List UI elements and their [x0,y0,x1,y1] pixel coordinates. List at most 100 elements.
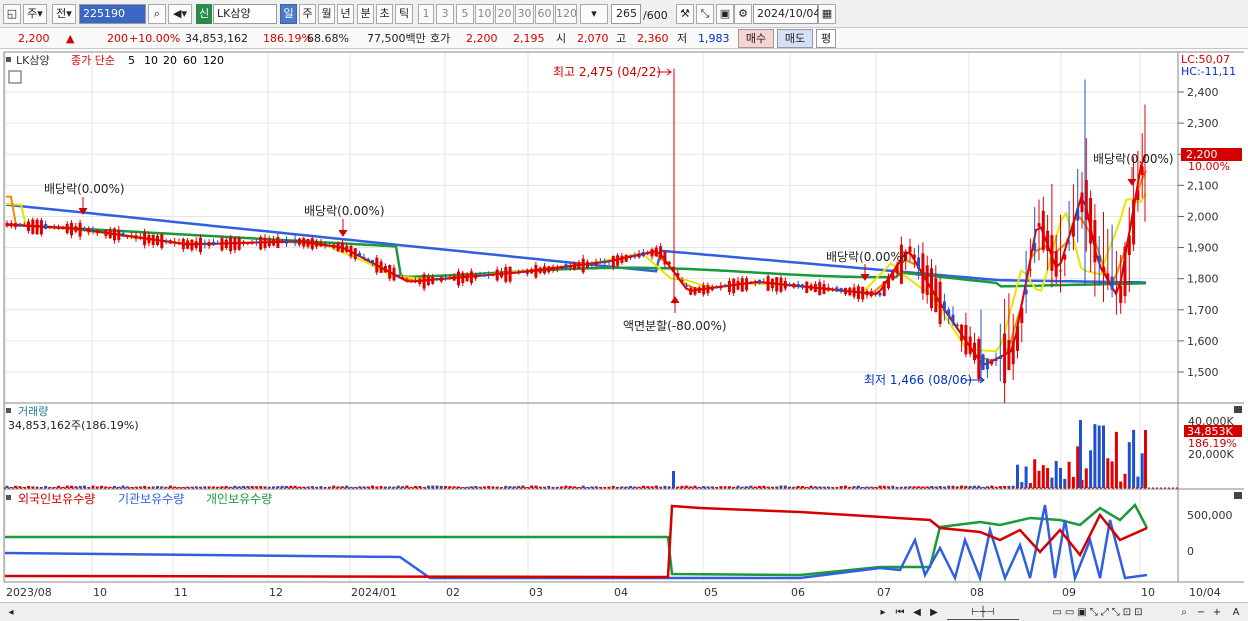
candle-body [839,288,843,292]
candle-body [745,278,749,291]
candle-body [224,239,228,249]
zoom-slider[interactable]: ⊢┼⊣ [947,605,1019,620]
candle-body [27,221,30,232]
candle-body [598,261,602,264]
legend-marker-icon [6,57,11,62]
annotation-dividend-3: 배당락(0.00%) [826,250,907,264]
candle-body [164,240,168,242]
bar-count-input[interactable]: 265 [611,4,641,24]
candle-body [1016,326,1019,351]
volume-bar [1084,468,1088,488]
candle-body [113,228,116,241]
candle-body [538,267,542,273]
volume-bar [1140,453,1144,488]
zoom-search-icon[interactable]: ⌕ [1176,605,1192,620]
date-input[interactable]: 2024/10/04 [753,4,820,24]
holding-panel-close-icon[interactable] [1234,492,1242,499]
candle-body [594,261,598,266]
minute-btn-5[interactable]: 5 [456,4,474,24]
first-page-icon[interactable]: ⏮ [893,605,907,620]
legend-foreign: 외국인보유수량 [18,492,95,506]
volume-bar [1071,476,1075,488]
minute-btn-60[interactable]: 60 [535,4,554,24]
candle-body [517,271,521,274]
zoom-out-icon[interactable]: − [1194,605,1208,620]
candle-body [457,271,460,286]
candle-body [405,279,409,281]
candle-body [297,238,301,245]
volume-bar [1050,477,1054,488]
scroll-left-icon[interactable]: ◂ [4,605,18,620]
candle-body [998,356,1002,360]
speaker-icon[interactable]: ◀▾ [168,4,192,24]
stock-chart[interactable]: LK삼양 종가 단순 5 10 20 60 120 LC:50,07 HC:-1… [0,50,1248,603]
minute-btn-3[interactable]: 3 [436,4,454,24]
period-tab-minute[interactable]: 분 [357,4,374,24]
volume-bar [1063,478,1067,488]
period-tab-day[interactable]: 일 [280,4,297,24]
candle-body [577,262,581,270]
candle-body [130,235,134,237]
current-price: 2,200 [18,32,50,45]
period-tab-month[interactable]: 월 [318,4,335,24]
minute-custom-select[interactable]: ▾ [580,4,608,24]
minute-btn-20[interactable]: 20 [495,4,514,24]
candle-body [461,272,465,284]
minute-btn-1[interactable]: 1 [418,4,434,24]
volume-bar [1136,476,1140,488]
volume-panel-close-icon[interactable] [1234,406,1242,413]
candle-body [990,360,994,365]
candle-body [934,278,938,313]
candle-body [973,342,976,361]
stock-name-field[interactable]: LK삼양 [213,4,277,24]
candle-body [568,265,572,268]
chart-scrollbar[interactable]: ◂ ▸ ⏮ ◀ ▶ ⊢┼⊣ ▭▭▣⤡⤢⤡⊡⊡ ⌕ − + A [0,602,1248,621]
minute-btn-120[interactable]: 120 [555,4,577,24]
candle-body [624,254,628,262]
period-tab-second[interactable]: 초 [376,4,393,24]
window-menu-icon[interactable]: ◱ [3,4,21,24]
sell-button[interactable]: 매도 [777,29,813,48]
candle-body [1106,273,1110,281]
period-select[interactable]: 주▾ [23,4,47,24]
font-size-icon[interactable]: A [1228,605,1244,620]
view-tools-icons[interactable]: ▭▭▣⤡⤢⤡⊡⊡ [1024,605,1174,620]
period-tab-week[interactable]: 주 [299,4,316,24]
candle-body [392,267,396,281]
volume-bar [1033,459,1037,488]
chart-tools-icon[interactable]: ⚒ [676,4,694,24]
candle-body [981,354,985,370]
period-tab-year[interactable]: 년 [337,4,354,24]
candle-body [52,227,56,229]
candle-body [715,287,718,289]
mode-select[interactable]: 전▾ [52,4,76,24]
hc-label: HC:-11,11 [1181,65,1236,78]
time-axis-label: 10 [1141,586,1155,599]
calendar-icon[interactable]: ▦ [818,4,836,24]
candle-body [646,253,650,255]
buy-button[interactable]: 매수 [738,29,774,48]
minute-btn-10[interactable]: 10 [475,4,494,24]
candle-body [925,265,929,295]
avg-button[interactable]: 평 [816,29,836,48]
indicator-table-icon[interactable] [8,70,22,84]
candle-body [641,252,645,257]
save-icon[interactable]: ▣ [716,4,734,24]
candle-body [358,253,362,257]
minute-btn-30[interactable]: 30 [515,4,534,24]
period-tab-tick[interactable]: 틱 [395,4,413,24]
prev-page-icon[interactable]: ◀ [910,605,924,620]
stock-code-input[interactable]: 225190 [79,4,146,24]
candle-body [938,281,942,324]
candle-body [315,241,319,247]
candle-body [61,227,65,229]
volume-bar [672,471,675,488]
next-page-icon[interactable]: ▶ [927,605,941,620]
chart-draw-icon[interactable]: ⤡ [696,4,714,24]
candle-body [246,242,250,244]
scroll-right-icon[interactable]: ▸ [876,605,890,620]
zoom-in-icon[interactable]: + [1210,605,1224,620]
candle-body [917,257,921,269]
search-icon[interactable]: ⌕ [148,4,166,24]
gear-icon[interactable]: ⚙ [734,4,752,24]
